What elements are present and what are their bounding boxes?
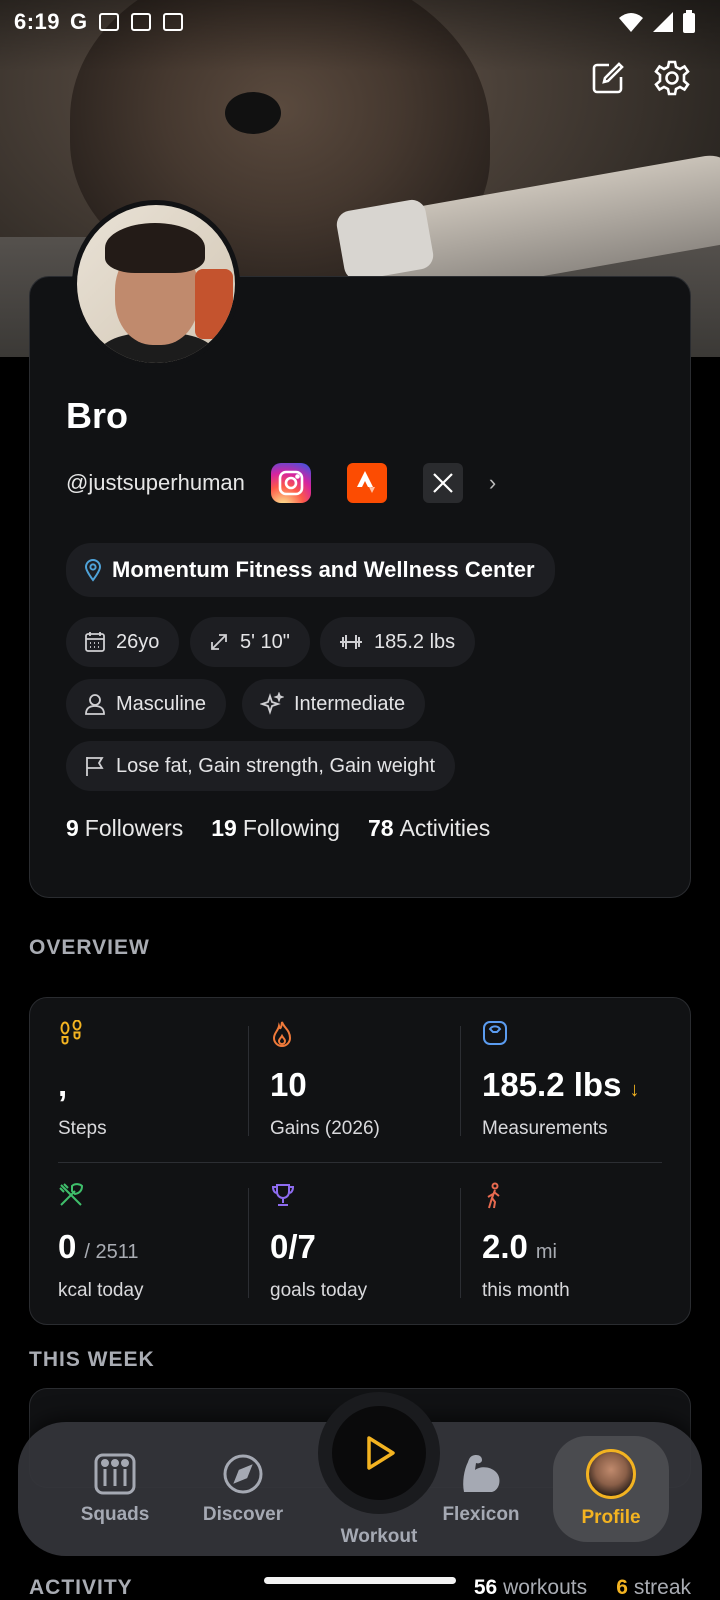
gains-stat[interactable]: 10 Gains (2026) [270,1020,470,1140]
goals-value: Lose fat, Gain strength, Gain weight [116,754,436,777]
instagram-icon [278,470,304,496]
location-pin-icon [84,559,102,582]
utensils-icon [59,1183,84,1206]
level-value: Intermediate [294,692,406,715]
goals-stat[interactable]: 0/7 goals today [270,1182,470,1302]
strava-icon [356,471,375,493]
measurements-stat[interactable]: 185.2 lbs ↓ Measurements [482,1020,682,1140]
scale-icon [483,1021,507,1045]
kcal-label: kcal today [58,1280,144,1301]
age-chip: 26yo [66,617,180,667]
battery-icon [683,10,695,33]
profile-avatar-icon [586,1449,636,1499]
kcal-stat[interactable]: 0 / 2511 kcal today [58,1182,258,1302]
calendar-notification-icon [163,13,184,31]
home-indicator[interactable] [264,1577,456,1584]
profile-card: Bro @justsuperhuman › Momentum Fitness a… [29,276,691,898]
footprints-icon [60,1019,82,1045]
more-socials-chevron-icon[interactable]: › [489,470,496,496]
weight-chip: 185.2 lbs [320,617,476,667]
steps-value: , [58,1066,68,1103]
profile-handle: @justsuperhuman [66,470,245,495]
streak-label: streak [633,1576,691,1599]
gains-value: 10 [270,1066,307,1103]
level-chip: Intermediate [242,679,426,729]
status-time: 6:19 [14,9,61,34]
instagram-link[interactable] [270,463,311,503]
play-icon [367,1436,395,1470]
flexed-arm-icon [463,1455,500,1492]
steps-label: Steps [58,1118,107,1139]
signal-icon [653,12,673,32]
nav-discover[interactable]: Discover [178,1422,308,1556]
gains-label: Gains (2026) [270,1118,380,1139]
activity-title: ACTIVITY [29,1576,133,1599]
streak-count: 6 [616,1576,628,1599]
gym-chip[interactable]: Momentum Fitness and Wellness Center [66,543,555,597]
walking-icon [487,1182,500,1209]
distance-label: this month [482,1280,570,1301]
gender-chip: Masculine [66,679,227,729]
nav-squads[interactable]: Squads [50,1422,180,1556]
trophy-icon [271,1184,295,1206]
distance-stat[interactable]: 2.0 mi this month [482,1182,682,1302]
bottom-nav: Squads Discover Workout Flexicon Profile [18,1392,702,1556]
height-chip: 5' 10" [190,617,310,667]
nav-squads-label: Squads [80,1504,150,1525]
trend-down-icon: ↓ [629,1079,640,1101]
kcal-value: 0 [58,1228,77,1265]
followers-count[interactable]: 9 Followers [66,815,183,842]
gym-name: Momentum Fitness and Wellness Center [112,557,535,582]
edit-profile-button[interactable] [588,58,628,98]
gear-icon [654,60,690,96]
steps-stat[interactable]: , Steps [58,1019,258,1140]
goals-value-stat: 0/7 [270,1228,316,1265]
strava-link[interactable] [346,463,387,503]
height-arrow-icon [211,634,227,650]
nav-flexicon[interactable]: Flexicon [416,1422,546,1556]
calendar-icon [85,632,105,652]
nav-profile-label: Profile [581,1507,641,1528]
goals-chip: Lose fat, Gain strength, Gain weight [66,741,456,791]
overview-card: , Steps 10 Gains (2026) 185.2 lbs ↓ Measu… [29,997,691,1325]
nav-flexicon-label: Flexicon [442,1504,520,1525]
overview-title: OVERVIEW [29,936,150,959]
edit-icon [592,62,624,94]
squads-icon [94,1453,136,1495]
height-value: 5' 10" [240,630,290,653]
avatar[interactable] [72,200,240,368]
profile-name: Bro [66,395,128,436]
age-value: 26yo [116,630,160,653]
workouts-count: 56 [473,1576,498,1599]
kcal-target: / 2511 [84,1241,139,1263]
workouts-label: workouts [503,1576,588,1599]
x-icon [433,473,453,493]
carrier-icon: G [70,9,88,34]
x-link[interactable] [422,463,463,503]
activities-count[interactable]: 78 Activities [368,815,490,842]
gender-value: Masculine [116,692,207,715]
distance-value: 2.0 [482,1228,528,1265]
wifi-icon [619,13,643,32]
status-bar: 6:19 G [0,0,720,44]
weight-value: 185.2 lbs [374,630,456,653]
measurements-value: 185.2 lbs [482,1066,622,1103]
measurements-label: Measurements [482,1118,608,1139]
compass-icon [223,1454,263,1494]
sparkles-icon [260,692,284,715]
this-week-title: THIS WEEK [29,1348,155,1371]
user-icon [85,694,105,715]
following-count[interactable]: 19 Following [211,815,340,842]
calendar-notification-icon [131,13,152,31]
nav-discover-label: Discover [202,1504,284,1525]
settings-button[interactable] [652,58,692,98]
dumbbell-icon [340,635,362,649]
nav-profile[interactable]: Profile [553,1436,669,1542]
distance-unit: mi [535,1241,557,1263]
flag-icon [86,757,104,776]
flame-icon [272,1021,292,1047]
goals-label: goals today [270,1280,368,1301]
sim-icon [99,13,120,31]
